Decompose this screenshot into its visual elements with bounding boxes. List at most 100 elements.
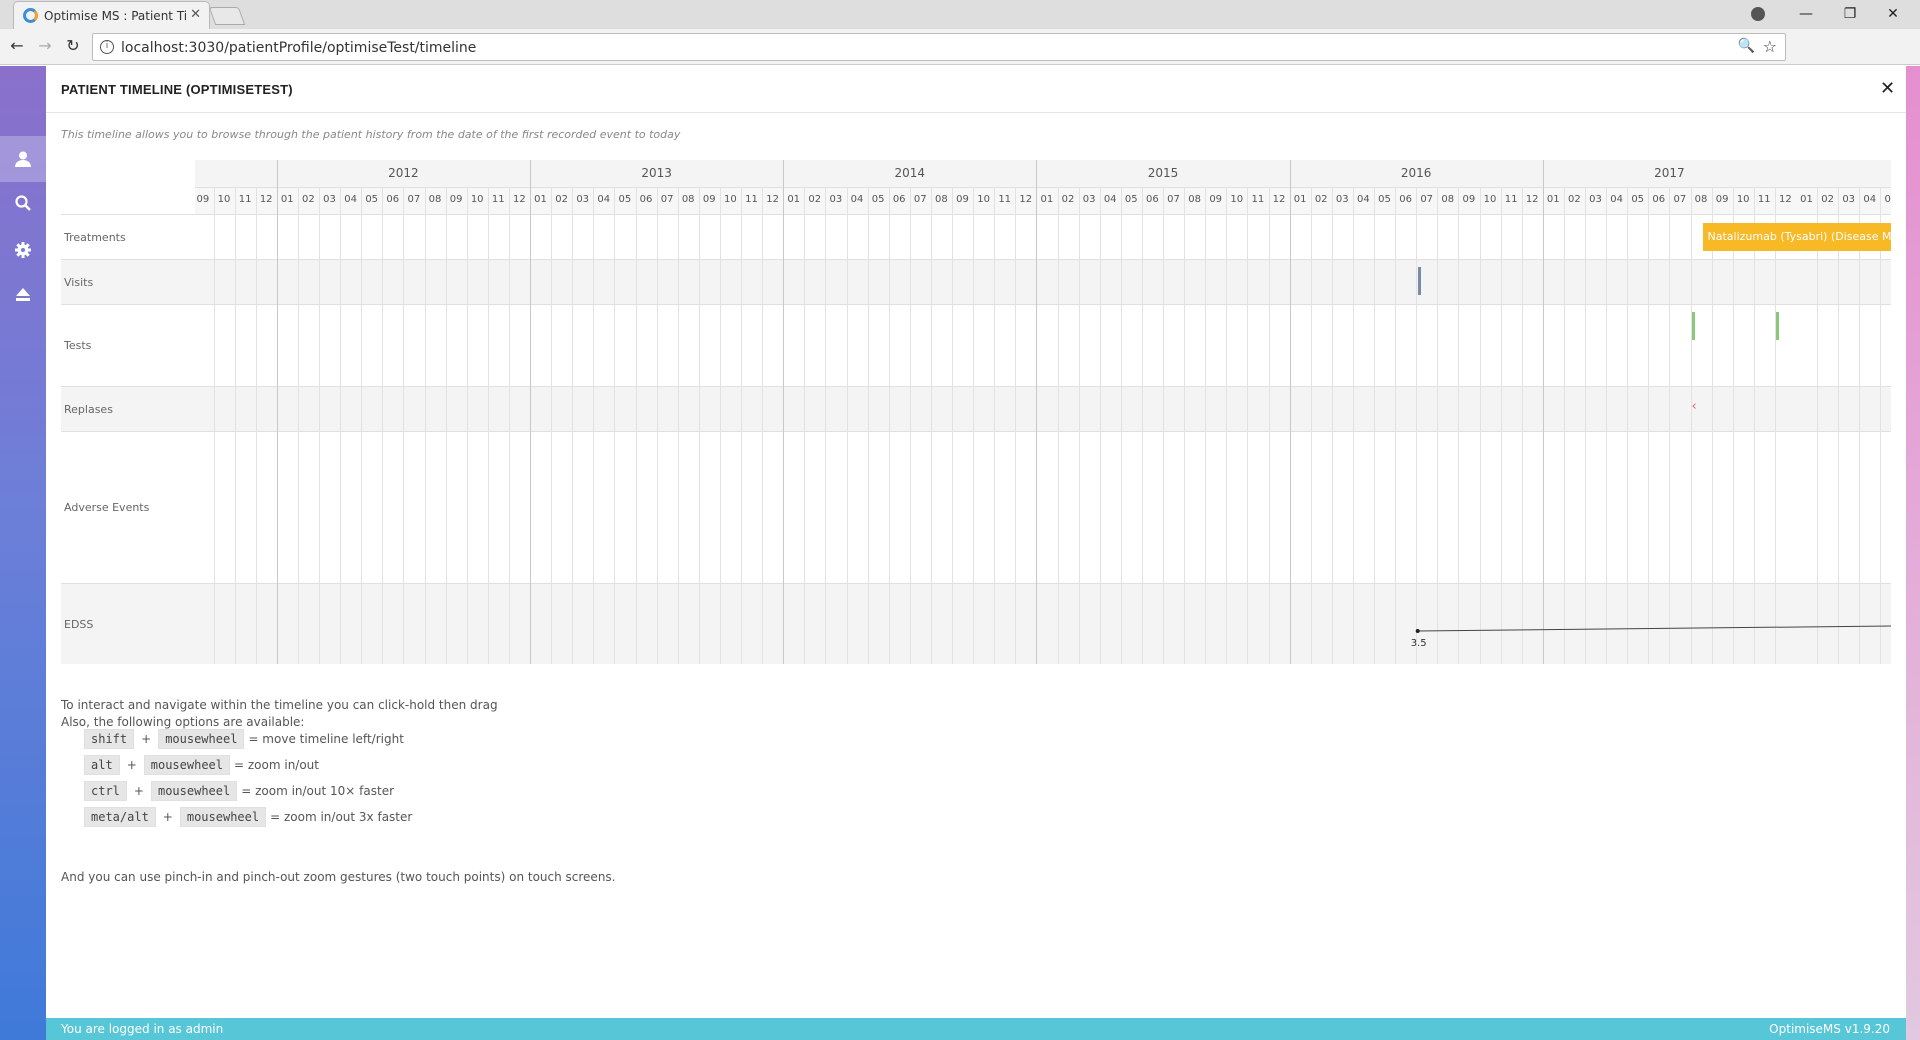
- minimize-button[interactable]: —: [1786, 3, 1826, 25]
- month-label: 02: [1821, 194, 1834, 205]
- month-gridline: [508, 187, 510, 664]
- month-label: 10: [1483, 194, 1497, 205]
- month-gridline: [677, 187, 679, 664]
- key-mousewheel: mousewheel: [158, 729, 245, 749]
- year-gridline: [1036, 160, 1038, 664]
- tab-close-icon[interactable]: ✕: [190, 7, 201, 22]
- month-gridline: [1437, 187, 1439, 664]
- year-label: 2015: [1147, 166, 1179, 180]
- month-gridline: [403, 187, 405, 664]
- bookmark-star-icon[interactable]: ☆: [1763, 37, 1777, 56]
- month-label: 11: [745, 194, 758, 205]
- month-label: 07: [660, 194, 674, 205]
- year-gridline: [783, 160, 785, 664]
- month-gridline: [255, 187, 257, 664]
- month-gridline: [804, 187, 806, 664]
- month-label: 10: [724, 194, 737, 205]
- timeline-chart[interactable]: Treatments Visits Tests Replases Adverse Eve…: [61, 160, 1891, 664]
- month-label: 05: [1124, 194, 1138, 205]
- key-modifier: meta/alt: [84, 807, 156, 827]
- key-modifier: alt: [84, 755, 120, 775]
- month-gridline: [1732, 187, 1734, 664]
- month-gridline: [1120, 187, 1122, 664]
- month-gridline: [1416, 187, 1418, 664]
- relapse-marker[interactable]: ‹: [1692, 399, 1697, 414]
- forward-arrow-icon[interactable]: →: [34, 36, 56, 55]
- month-label: 08: [428, 194, 442, 205]
- search-icon[interactable]: [0, 180, 46, 226]
- month-gridline: [234, 187, 236, 664]
- back-arrow-icon[interactable]: ←: [6, 36, 28, 55]
- month-gridline: [445, 187, 447, 664]
- browser-tab[interactable]: Optimise MS : Patient Tim ✕: [13, 1, 210, 29]
- month-label: 09: [1209, 194, 1223, 205]
- row-background: [195, 304, 1891, 386]
- maximize-button[interactable]: ❐: [1830, 3, 1870, 25]
- month-label: 07: [407, 194, 421, 205]
- panel-header: PATIENT TIMELINE (OPTIMISETEST) ✕: [46, 66, 1906, 113]
- month-label: 12: [1525, 194, 1539, 205]
- profile-icon[interactable]: [1751, 7, 1765, 21]
- month-label: 04: [850, 194, 864, 205]
- row-label: EDSS: [61, 583, 195, 664]
- month-gridline: [698, 187, 700, 664]
- key-modifier: ctrl: [84, 781, 127, 801]
- zoom-icon[interactable]: 🔍: [1738, 38, 1755, 54]
- user-icon[interactable]: [0, 136, 46, 182]
- month-gridline: [319, 187, 320, 664]
- month-label: 04: [1103, 194, 1117, 205]
- month-gridline: [656, 187, 658, 664]
- month-gridline: [1817, 187, 1819, 664]
- month-gridline: [1226, 187, 1228, 664]
- month-gridline: [973, 187, 975, 664]
- month-label: 11: [1757, 194, 1771, 205]
- month-label: 08: [935, 194, 948, 205]
- month-label: 11: [238, 194, 252, 205]
- month-label: 01: [1546, 194, 1560, 205]
- eject-icon[interactable]: [0, 272, 46, 318]
- treatment-bar[interactable]: Natalizumab (Tysabri) (Disease Mod: [1702, 223, 1891, 251]
- month-gridline: [952, 187, 953, 664]
- shortcut-row: shift + mousewheel = move timeline left/rig…: [84, 729, 404, 749]
- test-marker[interactable]: [1691, 312, 1695, 340]
- year-gridline: [1542, 160, 1544, 664]
- month-gridline: [1585, 187, 1586, 664]
- favicon-icon: [23, 8, 38, 23]
- month-label: 05: [1884, 194, 1891, 205]
- key-mousewheel: mousewheel: [143, 755, 230, 775]
- touch-help-text: And you can use pinch-in and pinch-out z…: [61, 870, 616, 884]
- month-gridline: [1205, 187, 1207, 664]
- browser-tab-strip: Optimise MS : Patient Tim ✕ — ❐ ✕: [0, 0, 1920, 29]
- month-label: 11: [998, 194, 1012, 205]
- month-label: 03: [576, 194, 590, 205]
- new-tab-button[interactable]: [208, 7, 246, 25]
- month-gridline: [1057, 187, 1059, 664]
- month-label: 02: [1568, 194, 1581, 205]
- url-text[interactable]: localhost:3030/patientProfile/optimiseTe…: [121, 40, 476, 56]
- year-label: 2014: [894, 166, 926, 180]
- month-gridline: [1163, 187, 1164, 664]
- plus-sign: +: [162, 810, 173, 824]
- month-gridline: [635, 187, 637, 664]
- plus-sign: +: [133, 784, 144, 798]
- window-close-button[interactable]: ✕: [1873, 3, 1913, 25]
- test-marker[interactable]: [1775, 312, 1779, 340]
- info-icon[interactable]: i: [100, 40, 114, 54]
- gear-icon[interactable]: [0, 227, 46, 273]
- reload-icon[interactable]: ↻: [62, 36, 84, 55]
- close-icon[interactable]: ✕: [1880, 78, 1895, 99]
- month-label: 03: [1335, 194, 1349, 205]
- month-label: 02: [808, 194, 822, 205]
- key-modifier: shift: [84, 729, 135, 749]
- visit-marker[interactable]: [1418, 267, 1422, 295]
- month-gridline: [1711, 187, 1713, 664]
- month-label: 11: [1251, 194, 1265, 205]
- address-bar[interactable]: i localhost:3030/patientProfile/optimise…: [92, 33, 1786, 61]
- browser-toolbar: ← → ↻ i localhost:3030/patientProfile/op…: [0, 29, 1920, 83]
- timeline-grid[interactable]: 09 10 11 12 01 02 03 04 05 06 07 08 09 10 11 12 01 02 03 04…: [195, 160, 1891, 664]
- month-gridline: [340, 187, 342, 664]
- month-label: 07: [913, 194, 927, 205]
- row-background: [195, 259, 1891, 304]
- month-label: 01: [1800, 194, 1813, 205]
- month-label: 05: [1631, 194, 1645, 205]
